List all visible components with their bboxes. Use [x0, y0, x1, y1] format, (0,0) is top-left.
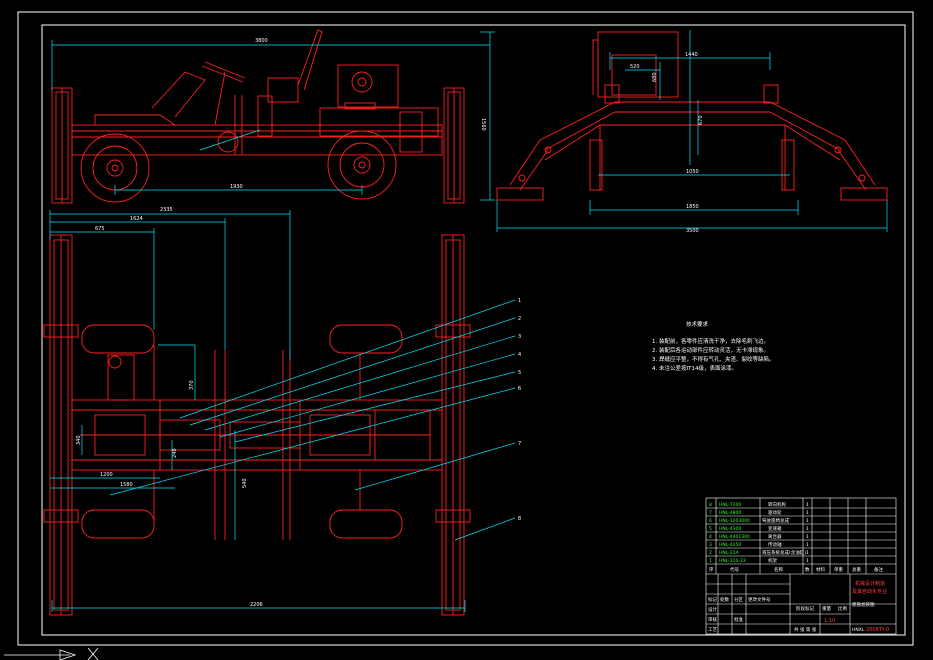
dim-plan-d1: 2335 — [160, 207, 173, 213]
drawing-code-suffix: 2008TY-0 — [866, 627, 889, 633]
dim-side-wheelbase: 1930 — [230, 184, 243, 190]
leader-label: 6 — [518, 386, 521, 392]
company-line-2: 及其自动化专业 — [852, 588, 887, 595]
part-name: 传动轴 — [768, 541, 782, 548]
leader-label: 2 — [518, 316, 521, 322]
part-code: HNL-21A — [719, 550, 740, 556]
stage-label: 重量 — [822, 605, 831, 612]
part-code: HNL-1203000 — [719, 518, 750, 524]
part-qty: 1 — [806, 542, 809, 548]
part-code: HNL-7100 — [719, 502, 741, 508]
row-label: 更改文件号 — [748, 596, 771, 603]
part-no: 3 — [709, 542, 712, 548]
note-item: 3. 焊缝应平整，不得有气孔、夹渣、裂纹等缺陷。 — [652, 355, 775, 363]
note-item: 1. 装配前，各零件应清洗干净，去除毛刺飞边。 — [652, 337, 769, 345]
part-qty: 1 — [806, 550, 809, 556]
dim-side-height: 1560 — [480, 118, 486, 131]
leader-label: 5 — [518, 370, 521, 376]
dim-plan-d3: 675 — [95, 226, 105, 232]
part-code: HNL-4401300 — [719, 534, 750, 540]
part-qty: 1 — [806, 558, 809, 564]
part-no: 5 — [709, 526, 712, 532]
parts-header-cell: 序 — [709, 566, 714, 573]
part-code: HNL-4250 — [719, 542, 741, 548]
part-code: HNL-4300 — [719, 526, 741, 532]
part-no: 1 — [709, 558, 712, 564]
sheet-label: 共 张 第 张 — [794, 626, 817, 633]
parts-header-cell: 单重 — [834, 566, 843, 573]
part-qty: 1 — [806, 518, 809, 524]
dim-plan-d4: 1200 — [100, 472, 113, 478]
leader-label: 4 — [518, 352, 521, 358]
leader-label: 3 — [518, 334, 521, 340]
dim-plan-d5: 1580 — [120, 482, 133, 488]
parts-header-cell: 数 — [805, 566, 810, 573]
leader-label: 8 — [518, 516, 521, 522]
role-label: 审核 — [708, 616, 717, 623]
parts-header-cell: 材料 — [816, 566, 825, 573]
dim-front-cabin-height: 680 — [652, 72, 658, 82]
part-no: 2 — [709, 550, 712, 556]
part-name: 变速箱 — [768, 525, 782, 532]
part-code: HNL-4800 — [719, 510, 741, 516]
part-name: 液压系统总成(含油缸) — [762, 549, 806, 556]
part-name: 机架 — [768, 557, 777, 564]
cad-drawing-canvas[interactable]: 3800 1560 1930 1440 520 680 670 1050 185… — [0, 0, 933, 660]
dim-plan-v1: 370 — [189, 380, 195, 390]
dim-front-overall-width: 3500 — [686, 228, 699, 234]
canvas-background — [0, 0, 933, 660]
dim-plan-v2: 540 — [242, 478, 248, 488]
dim-plan-d2: 1624 — [130, 216, 143, 222]
parts-header-cell: 代号 — [730, 566, 739, 573]
dim-side-total-length: 3800 — [255, 38, 268, 44]
note-item: 2. 装配后各运动部件应转动灵活，无卡滞现象。 — [652, 346, 769, 354]
part-name: 转向机构 — [768, 501, 786, 508]
dim-plan-v3: 240 — [172, 448, 178, 458]
scale-value: 1:10 — [824, 618, 835, 624]
note-item: 4. 未注公差按IT14级，表面涂漆。 — [652, 364, 737, 372]
company-line-1: 机械设计制造 — [855, 580, 885, 587]
stage-label: 比例 — [838, 605, 847, 612]
row-label: 分区 — [734, 596, 743, 603]
part-no: 7 — [709, 510, 712, 516]
role-label: 设计 — [708, 606, 717, 613]
leader-label: 7 — [518, 441, 521, 447]
part-name: 离合器 — [768, 533, 782, 540]
dim-front-inner-height: 670 — [698, 115, 704, 125]
dim-front-track-outer: 1850 — [686, 204, 699, 210]
dim-plan-v4: 340 — [76, 435, 82, 445]
part-no: 6 — [709, 518, 712, 524]
part-code: HNL-310-23 — [719, 558, 746, 564]
role-label: 批准 — [734, 616, 743, 623]
leader-label: 1 — [518, 298, 521, 304]
part-qty: 1 — [806, 534, 809, 540]
part-qty: 1 — [806, 502, 809, 508]
part-no: 8 — [709, 502, 712, 508]
parts-header-cell: 总重 — [852, 566, 861, 573]
part-qty: 1 — [806, 526, 809, 532]
part-no: 4 — [709, 534, 712, 540]
drawing-code: HNXL — [852, 627, 865, 633]
part-qty: 1 — [806, 510, 809, 516]
row-label: 处数 — [720, 596, 729, 603]
dim-front-cabin-width: 520 — [630, 64, 640, 70]
notes-title: 技术要求 — [686, 320, 709, 328]
part-name: 驱动轮 — [768, 509, 782, 516]
dim-front-top-width: 1440 — [685, 52, 698, 58]
role-label: 工艺 — [708, 627, 717, 633]
parts-header-cell: 名称 — [774, 566, 783, 573]
drawing-name: 底盘总装图 — [852, 601, 875, 608]
dim-plan-d6: 2206 — [250, 602, 263, 608]
part-name: 驾驶座椅总成 — [762, 517, 789, 524]
stage-label: 阶段标记 — [796, 605, 814, 612]
row-label: 标记 — [708, 596, 717, 603]
dim-front-track-inner: 1050 — [686, 169, 699, 175]
parts-header-cell: 备注 — [874, 566, 883, 573]
